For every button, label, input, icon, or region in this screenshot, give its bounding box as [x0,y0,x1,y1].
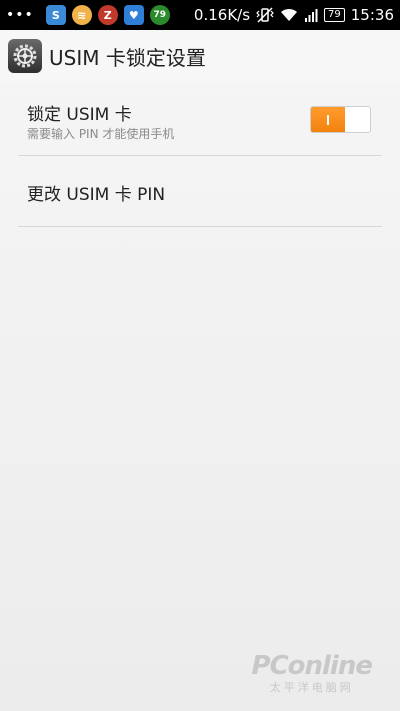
360-security-icon: S [45,5,66,25]
page-title: USIM 卡锁定设置 [49,45,206,70]
z-app-icon: Z [97,5,118,25]
vibrate-icon [256,7,274,23]
network-speed: 0.16K/s [193,6,251,24]
battery-icon: 79 [324,8,345,22]
change-usim-pin-row[interactable]: 更改 USIM 卡 PIN [18,156,382,227]
lock-usim-title: 锁定 USIM 卡 [27,105,132,125]
status-bar: ••• S ≋ Z ♥ 79 0.16K/s 79 15:36 [0,0,400,30]
settings-gear-icon[interactable] [8,39,42,73]
lock-usim-subtitle: 需要输入 PIN 才能使用手机 [27,127,175,141]
lock-usim-toggle[interactable] [310,106,371,133]
pconline-watermark: PConline 太平洋电脑网 [251,651,373,695]
watermark-logo: PConline [251,651,373,681]
action-bar: USIM 卡锁定设置 [0,30,400,82]
status-bar-right: 0.16K/s 79 15:36 [194,6,394,24]
watermark-subtitle: 太平洋电脑网 [269,681,354,694]
change-usim-pin-title: 更改 USIM 卡 PIN [27,185,166,205]
clock: 15:36 [350,6,394,24]
badge-79-icon: 79 [149,5,170,25]
wifi-icon [281,8,298,21]
more-notifications-icon: ••• [6,7,34,23]
burger-app-icon: ≋ [71,5,92,25]
lock-usim-row[interactable]: 锁定 USIM 卡 需要输入 PIN 才能使用手机 [18,96,382,156]
status-bar-left: ••• S ≋ Z ♥ 79 [6,5,170,25]
shield-app-icon: ♥ [123,5,144,25]
signal-icon [305,9,318,22]
toggle-knob [311,107,345,132]
